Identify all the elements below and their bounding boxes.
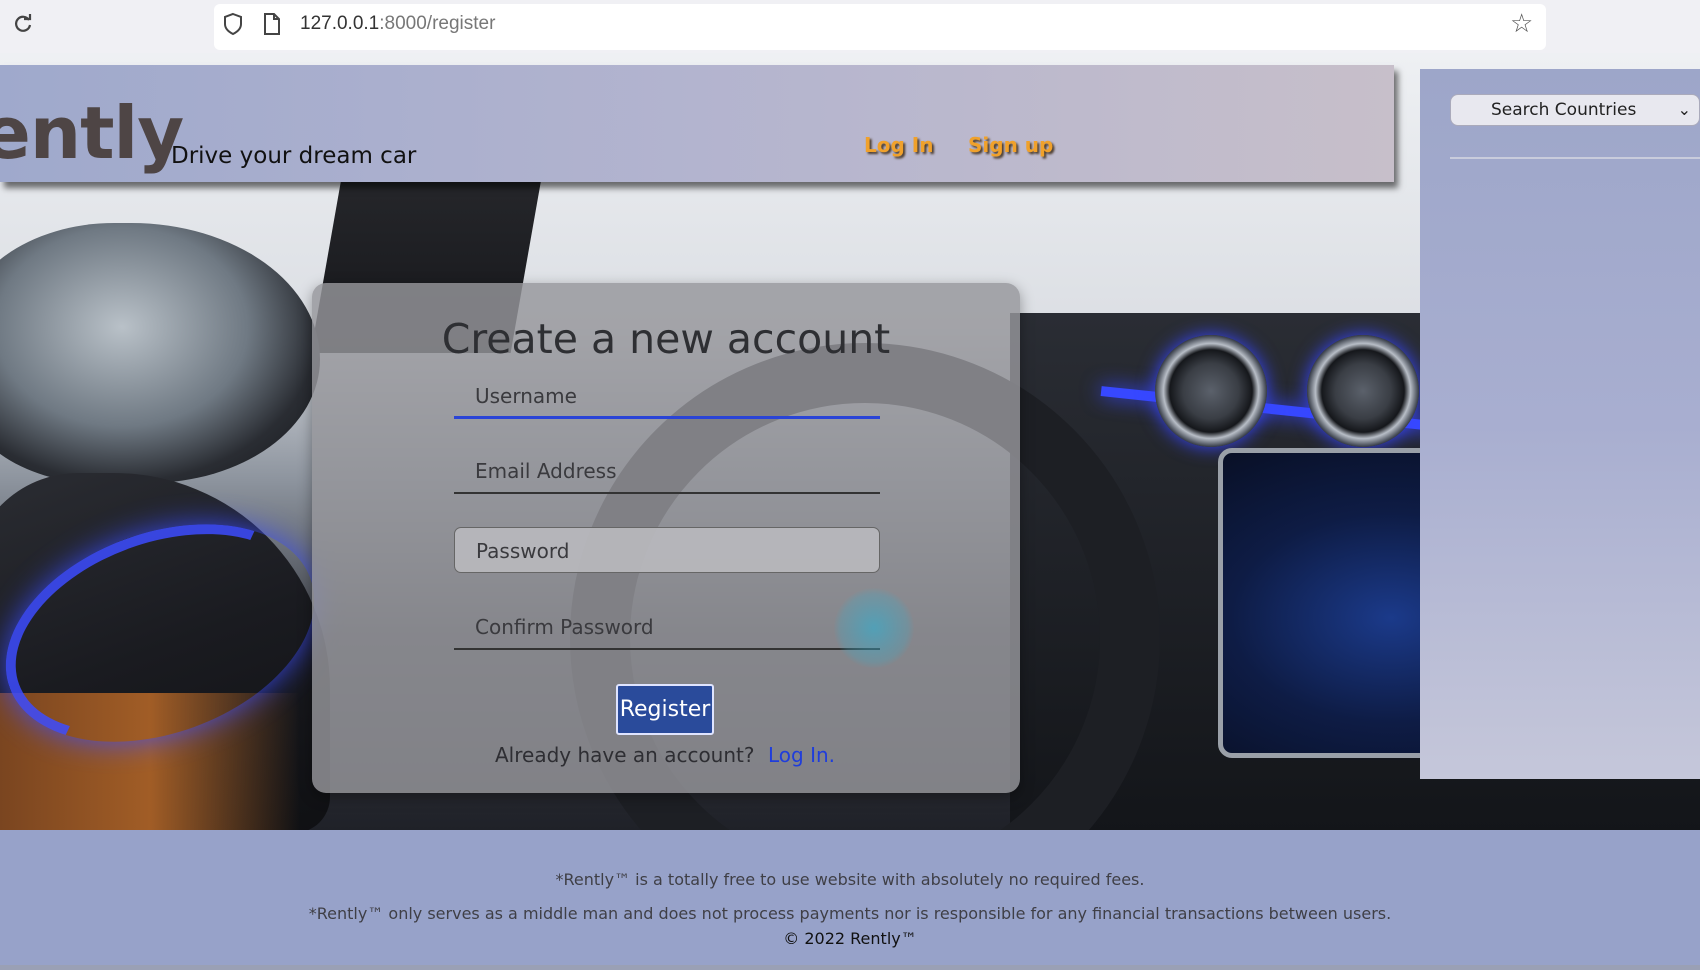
email-input[interactable]: Email Address <box>454 448 880 494</box>
footer-note-fees: *Rently™ is a totally free to use websit… <box>555 870 1145 889</box>
browser-toolbar: 127.0.0.1:8000/register ☆ <box>0 0 1700 53</box>
reload-icon[interactable] <box>10 12 36 38</box>
page-icon <box>263 12 283 38</box>
car-mirror <box>0 223 320 483</box>
password-input[interactable]: Password <box>454 527 880 573</box>
login-link[interactable]: Log In. <box>768 743 835 767</box>
mouse-cursor-highlight <box>834 588 914 668</box>
air-vent <box>1155 335 1267 447</box>
footer-copyright: © 2022 Rently™ <box>783 929 917 948</box>
site-header: ently Drive your dream car Log In Sign u… <box>0 65 1394 182</box>
already-account-text: Already have an account? <box>495 743 755 767</box>
register-button[interactable]: Register <box>616 684 714 735</box>
username-input[interactable]: Username <box>454 373 880 419</box>
page: ently Drive your dream car Log In Sign u… <box>0 53 1700 970</box>
bookmark-star-icon[interactable]: ☆ <box>1510 10 1533 38</box>
country-select-label: Search Countries <box>1491 100 1637 120</box>
taskbar-strip <box>0 965 1700 970</box>
register-card: Create a new account Username Email Addr… <box>312 283 1020 793</box>
form-title: Create a new account <box>441 315 891 363</box>
nav-signup-link[interactable]: Sign up <box>968 133 1053 157</box>
url-text[interactable]: 127.0.0.1:8000/register <box>300 13 495 35</box>
divider <box>1450 157 1700 159</box>
footer-note-liability: *Rently™ only serves as a middle man and… <box>308 904 1392 923</box>
tagline: Drive your dream car <box>171 143 417 169</box>
confirm-password-input[interactable]: Confirm Password <box>454 604 880 650</box>
shield-icon[interactable] <box>222 12 246 38</box>
sidebar: Search Countries ⌄ <box>1420 69 1700 779</box>
brand-logo[interactable]: ently <box>0 93 184 173</box>
air-vent <box>1307 335 1419 447</box>
site-footer: *Rently™ is a totally free to use websit… <box>0 830 1700 970</box>
nav-login-link[interactable]: Log In <box>864 133 933 157</box>
country-select[interactable]: Search Countries ⌄ <box>1450 94 1700 126</box>
chevron-down-icon: ⌄ <box>1677 100 1691 119</box>
